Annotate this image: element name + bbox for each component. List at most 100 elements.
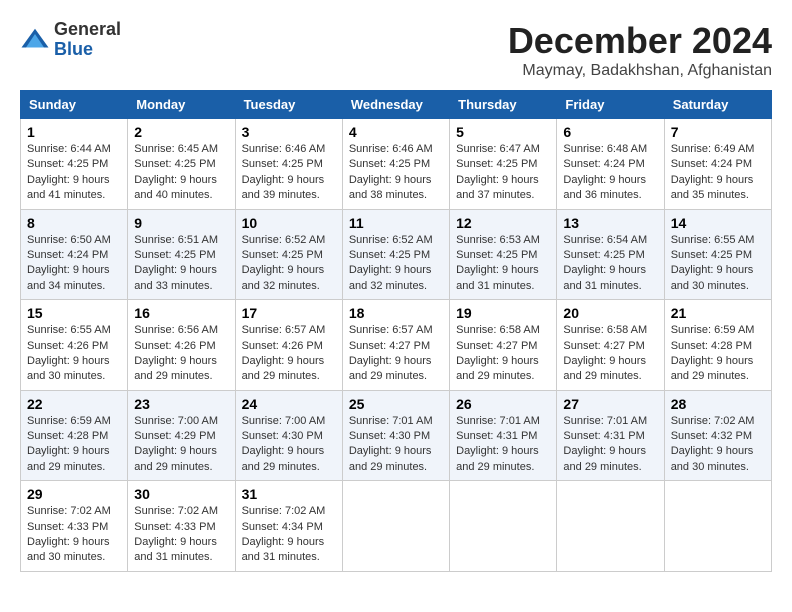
logo: General Blue bbox=[20, 20, 121, 60]
month-title: December 2024 bbox=[508, 20, 772, 62]
cell-content: Sunrise: 7:02 AMSunset: 4:32 PMDaylight:… bbox=[671, 415, 755, 473]
day-number: 15 bbox=[27, 305, 121, 321]
calendar-cell: 13 Sunrise: 6:54 AMSunset: 4:25 PMDaylig… bbox=[557, 209, 664, 300]
day-number: 29 bbox=[27, 486, 121, 502]
header-row: SundayMondayTuesdayWednesdayThursdayFrid… bbox=[21, 91, 772, 119]
calendar-cell: 14 Sunrise: 6:55 AMSunset: 4:25 PMDaylig… bbox=[664, 209, 771, 300]
day-number: 19 bbox=[456, 305, 550, 321]
calendar-cell: 9 Sunrise: 6:51 AMSunset: 4:25 PMDayligh… bbox=[128, 209, 235, 300]
header-friday: Friday bbox=[557, 91, 664, 119]
cell-content: Sunrise: 6:50 AMSunset: 4:24 PMDaylight:… bbox=[27, 234, 111, 292]
cell-content: Sunrise: 7:02 AMSunset: 4:33 PMDaylight:… bbox=[134, 505, 218, 563]
calendar-cell bbox=[450, 481, 557, 572]
cell-content: Sunrise: 6:52 AMSunset: 4:25 PMDaylight:… bbox=[349, 234, 433, 292]
day-number: 14 bbox=[671, 215, 765, 231]
day-number: 16 bbox=[134, 305, 228, 321]
header-tuesday: Tuesday bbox=[235, 91, 342, 119]
day-number: 27 bbox=[563, 396, 657, 412]
header-saturday: Saturday bbox=[664, 91, 771, 119]
calendar-cell: 17 Sunrise: 6:57 AMSunset: 4:26 PMDaylig… bbox=[235, 300, 342, 391]
week-row-5: 29 Sunrise: 7:02 AMSunset: 4:33 PMDaylig… bbox=[21, 481, 772, 572]
day-number: 12 bbox=[456, 215, 550, 231]
calendar-cell: 19 Sunrise: 6:58 AMSunset: 4:27 PMDaylig… bbox=[450, 300, 557, 391]
calendar-cell: 7 Sunrise: 6:49 AMSunset: 4:24 PMDayligh… bbox=[664, 119, 771, 210]
day-number: 8 bbox=[27, 215, 121, 231]
calendar-cell: 5 Sunrise: 6:47 AMSunset: 4:25 PMDayligh… bbox=[450, 119, 557, 210]
calendar-cell bbox=[557, 481, 664, 572]
cell-content: Sunrise: 7:02 AMSunset: 4:33 PMDaylight:… bbox=[27, 505, 111, 563]
day-number: 7 bbox=[671, 124, 765, 140]
cell-content: Sunrise: 6:49 AMSunset: 4:24 PMDaylight:… bbox=[671, 143, 755, 201]
day-number: 3 bbox=[242, 124, 336, 140]
day-number: 1 bbox=[27, 124, 121, 140]
cell-content: Sunrise: 6:48 AMSunset: 4:24 PMDaylight:… bbox=[563, 143, 647, 201]
cell-content: Sunrise: 6:57 AMSunset: 4:27 PMDaylight:… bbox=[349, 324, 433, 382]
cell-content: Sunrise: 6:55 AMSunset: 4:26 PMDaylight:… bbox=[27, 324, 111, 382]
day-number: 18 bbox=[349, 305, 443, 321]
cell-content: Sunrise: 7:01 AMSunset: 4:31 PMDaylight:… bbox=[563, 415, 647, 473]
calendar-cell: 20 Sunrise: 6:58 AMSunset: 4:27 PMDaylig… bbox=[557, 300, 664, 391]
calendar-cell: 26 Sunrise: 7:01 AMSunset: 4:31 PMDaylig… bbox=[450, 390, 557, 481]
day-number: 30 bbox=[134, 486, 228, 502]
day-number: 2 bbox=[134, 124, 228, 140]
day-number: 5 bbox=[456, 124, 550, 140]
header-monday: Monday bbox=[128, 91, 235, 119]
calendar-cell bbox=[664, 481, 771, 572]
logo-icon bbox=[20, 25, 50, 55]
day-number: 21 bbox=[671, 305, 765, 321]
calendar-cell: 27 Sunrise: 7:01 AMSunset: 4:31 PMDaylig… bbox=[557, 390, 664, 481]
calendar-cell: 24 Sunrise: 7:00 AMSunset: 4:30 PMDaylig… bbox=[235, 390, 342, 481]
cell-content: Sunrise: 6:52 AMSunset: 4:25 PMDaylight:… bbox=[242, 234, 326, 292]
cell-content: Sunrise: 6:51 AMSunset: 4:25 PMDaylight:… bbox=[134, 234, 218, 292]
calendar-cell: 22 Sunrise: 6:59 AMSunset: 4:28 PMDaylig… bbox=[21, 390, 128, 481]
day-number: 17 bbox=[242, 305, 336, 321]
day-number: 25 bbox=[349, 396, 443, 412]
cell-content: Sunrise: 6:57 AMSunset: 4:26 PMDaylight:… bbox=[242, 324, 326, 382]
cell-content: Sunrise: 6:53 AMSunset: 4:25 PMDaylight:… bbox=[456, 234, 540, 292]
day-number: 31 bbox=[242, 486, 336, 502]
location-title: Maymay, Badakhshan, Afghanistan bbox=[508, 62, 772, 80]
cell-content: Sunrise: 7:01 AMSunset: 4:30 PMDaylight:… bbox=[349, 415, 433, 473]
cell-content: Sunrise: 6:54 AMSunset: 4:25 PMDaylight:… bbox=[563, 234, 647, 292]
calendar-table: SundayMondayTuesdayWednesdayThursdayFrid… bbox=[20, 90, 772, 572]
cell-content: Sunrise: 6:58 AMSunset: 4:27 PMDaylight:… bbox=[456, 324, 540, 382]
calendar-cell: 23 Sunrise: 7:00 AMSunset: 4:29 PMDaylig… bbox=[128, 390, 235, 481]
cell-content: Sunrise: 7:00 AMSunset: 4:29 PMDaylight:… bbox=[134, 415, 218, 473]
page-header: General Blue December 2024 Maymay, Badak… bbox=[20, 20, 772, 80]
calendar-cell bbox=[342, 481, 449, 572]
header-sunday: Sunday bbox=[21, 91, 128, 119]
day-number: 23 bbox=[134, 396, 228, 412]
logo-text: General Blue bbox=[54, 20, 121, 60]
calendar-cell: 18 Sunrise: 6:57 AMSunset: 4:27 PMDaylig… bbox=[342, 300, 449, 391]
calendar-cell: 10 Sunrise: 6:52 AMSunset: 4:25 PMDaylig… bbox=[235, 209, 342, 300]
calendar-cell: 6 Sunrise: 6:48 AMSunset: 4:24 PMDayligh… bbox=[557, 119, 664, 210]
day-number: 11 bbox=[349, 215, 443, 231]
calendar-cell: 4 Sunrise: 6:46 AMSunset: 4:25 PMDayligh… bbox=[342, 119, 449, 210]
cell-content: Sunrise: 6:58 AMSunset: 4:27 PMDaylight:… bbox=[563, 324, 647, 382]
week-row-4: 22 Sunrise: 6:59 AMSunset: 4:28 PMDaylig… bbox=[21, 390, 772, 481]
cell-content: Sunrise: 6:46 AMSunset: 4:25 PMDaylight:… bbox=[242, 143, 326, 201]
calendar-cell: 2 Sunrise: 6:45 AMSunset: 4:25 PMDayligh… bbox=[128, 119, 235, 210]
day-number: 26 bbox=[456, 396, 550, 412]
cell-content: Sunrise: 6:59 AMSunset: 4:28 PMDaylight:… bbox=[27, 415, 111, 473]
header-thursday: Thursday bbox=[450, 91, 557, 119]
title-block: December 2024 Maymay, Badakhshan, Afghan… bbox=[508, 20, 772, 80]
week-row-3: 15 Sunrise: 6:55 AMSunset: 4:26 PMDaylig… bbox=[21, 300, 772, 391]
cell-content: Sunrise: 7:00 AMSunset: 4:30 PMDaylight:… bbox=[242, 415, 326, 473]
calendar-cell: 15 Sunrise: 6:55 AMSunset: 4:26 PMDaylig… bbox=[21, 300, 128, 391]
day-number: 24 bbox=[242, 396, 336, 412]
cell-content: Sunrise: 6:44 AMSunset: 4:25 PMDaylight:… bbox=[27, 143, 111, 201]
day-number: 13 bbox=[563, 215, 657, 231]
cell-content: Sunrise: 7:01 AMSunset: 4:31 PMDaylight:… bbox=[456, 415, 540, 473]
calendar-cell: 29 Sunrise: 7:02 AMSunset: 4:33 PMDaylig… bbox=[21, 481, 128, 572]
day-number: 6 bbox=[563, 124, 657, 140]
day-number: 4 bbox=[349, 124, 443, 140]
week-row-1: 1 Sunrise: 6:44 AMSunset: 4:25 PMDayligh… bbox=[21, 119, 772, 210]
day-number: 10 bbox=[242, 215, 336, 231]
day-number: 9 bbox=[134, 215, 228, 231]
day-number: 22 bbox=[27, 396, 121, 412]
day-number: 20 bbox=[563, 305, 657, 321]
cell-content: Sunrise: 7:02 AMSunset: 4:34 PMDaylight:… bbox=[242, 505, 326, 563]
cell-content: Sunrise: 6:56 AMSunset: 4:26 PMDaylight:… bbox=[134, 324, 218, 382]
calendar-cell: 3 Sunrise: 6:46 AMSunset: 4:25 PMDayligh… bbox=[235, 119, 342, 210]
